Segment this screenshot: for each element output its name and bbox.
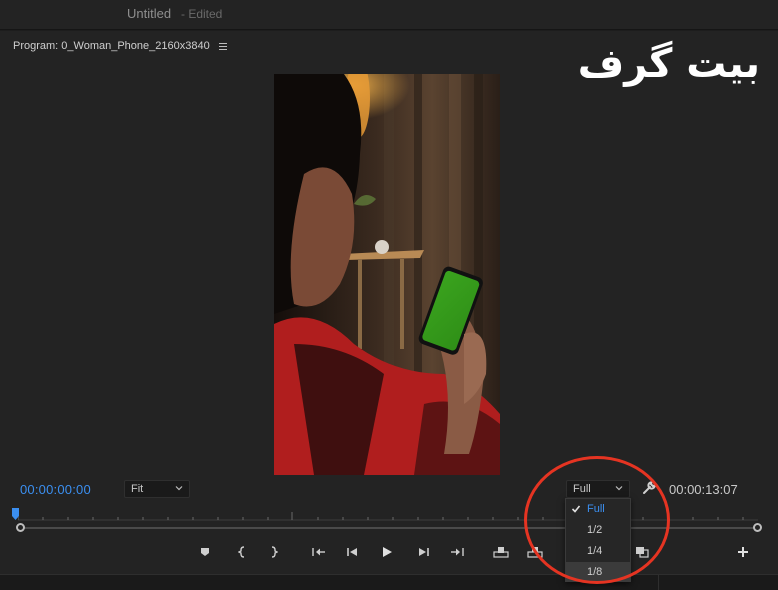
- time-ruler[interactable]: [18, 511, 758, 521]
- option-label: Full: [587, 503, 605, 515]
- chevron-down-icon: [615, 486, 623, 491]
- mark-in-icon[interactable]: [232, 540, 252, 564]
- hamburger-icon[interactable]: [219, 43, 227, 51]
- wrench-icon[interactable]: [641, 480, 657, 496]
- play-icon[interactable]: [377, 540, 397, 564]
- option-label: 1/4: [587, 545, 603, 557]
- zoom-scrollbar[interactable]: [16, 523, 762, 532]
- plus-icon[interactable]: [733, 540, 753, 564]
- go-to-in-icon[interactable]: [309, 540, 329, 564]
- scroll-track: [24, 527, 754, 529]
- resolution-select-value: Full: [573, 483, 591, 495]
- watermark-logo: بیت گرف: [577, 41, 760, 87]
- edited-status: - Edited: [181, 7, 223, 21]
- dropdown-option-eighth[interactable]: 1/8: [566, 562, 630, 582]
- timecode-current[interactable]: 00:00:00:00: [20, 482, 91, 497]
- marker-icon[interactable]: [195, 540, 215, 564]
- title-bar: Untitled - Edited: [0, 0, 778, 30]
- scroll-handle-right[interactable]: [753, 523, 762, 532]
- extract-icon[interactable]: [525, 540, 545, 564]
- option-label: 1/8: [587, 566, 603, 578]
- document-title: Untitled: [127, 6, 172, 21]
- transport-controls: [0, 540, 778, 566]
- step-forward-icon[interactable]: [413, 540, 433, 564]
- dropdown-option-full[interactable]: Full: [566, 499, 630, 519]
- playback-resolution-select[interactable]: Full: [566, 480, 630, 498]
- video-frame-image: [274, 74, 500, 475]
- lift-icon[interactable]: [491, 540, 511, 564]
- checkmark-icon: [571, 505, 581, 513]
- program-video-frame[interactable]: [274, 74, 500, 475]
- zoom-fit-select[interactable]: Fit: [124, 480, 190, 498]
- panel-bottom-bar: [0, 574, 778, 590]
- playhead-handle[interactable]: [12, 508, 19, 520]
- go-to-out-icon[interactable]: [447, 540, 467, 564]
- divider: [658, 575, 659, 590]
- fit-select-value: Fit: [131, 483, 144, 495]
- dropdown-option-quarter[interactable]: 1/4: [566, 541, 630, 561]
- panel-title[interactable]: Program: 0_Woman_Phone_2160x3840: [13, 40, 210, 52]
- compare-icon[interactable]: [632, 540, 652, 564]
- timecode-duration: 00:00:13:07: [669, 482, 738, 497]
- step-back-icon[interactable]: [343, 540, 363, 564]
- chevron-down-icon: [175, 486, 183, 491]
- mark-out-icon[interactable]: [264, 540, 284, 564]
- dropdown-option-half[interactable]: 1/2: [566, 520, 630, 540]
- resolution-dropdown-menu: Full 1/2 1/4 1/8: [565, 498, 631, 582]
- option-label: 1/2: [587, 524, 603, 536]
- scroll-handle-left[interactable]: [16, 523, 25, 532]
